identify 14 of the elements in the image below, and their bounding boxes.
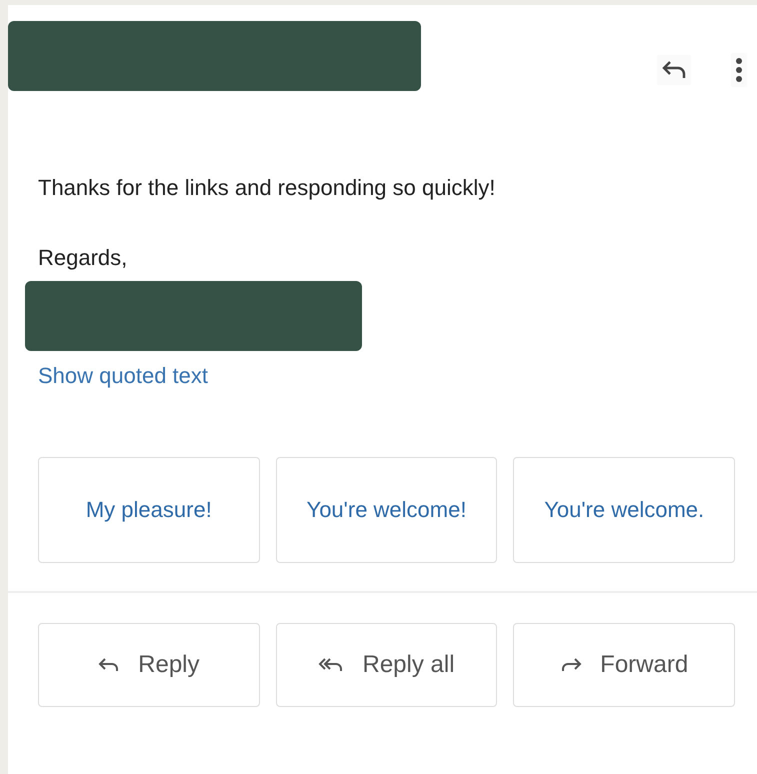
message-text: Thanks for the links and responding so quickly!: [38, 175, 496, 201]
closing-text: Regards,: [38, 245, 128, 271]
action-button[interactable]: Reply: [38, 623, 260, 707]
forward-icon: [560, 657, 582, 673]
reply-all-icon: [318, 657, 344, 673]
reply-icon: [98, 657, 120, 673]
action-button[interactable]: Reply all: [276, 623, 498, 707]
smart-reply-button[interactable]: My pleasure!: [38, 457, 260, 563]
smart-reply-button[interactable]: You're welcome.: [513, 457, 736, 563]
smart-reply-button[interactable]: You're welcome!: [276, 457, 498, 563]
reply-icon[interactable]: [657, 55, 691, 85]
show-quoted-text-link[interactable]: Show quoted text: [38, 363, 208, 389]
more-options-icon[interactable]: [731, 53, 747, 87]
action-button[interactable]: Forward: [513, 623, 736, 707]
